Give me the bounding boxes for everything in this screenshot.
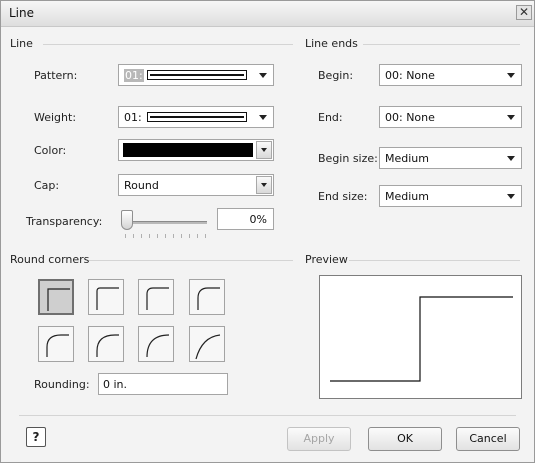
color-dropdown[interactable] — [118, 139, 274, 161]
apply-button[interactable]: Apply — [287, 427, 351, 451]
transparency-slider-ticks — [125, 234, 207, 238]
rounding-label: Rounding: — [34, 378, 90, 391]
preview-line-graphic — [330, 296, 513, 382]
help-button[interactable]: ? — [26, 427, 46, 447]
rounding-value: 0 in. — [103, 378, 128, 391]
close-icon: ✕ — [518, 5, 530, 19]
end-dropdown[interactable]: 00: None — [379, 106, 522, 128]
chevron-down-icon — [507, 156, 515, 161]
corner-radius-5-icon — [96, 334, 119, 357]
transparency-value: 0% — [249, 213, 267, 226]
pattern-line-sample — [147, 70, 247, 80]
corner-radius-7-icon — [195, 334, 221, 360]
weight-value: 01: — [124, 111, 142, 124]
line-ends-group-label: Line ends — [305, 37, 364, 50]
begin-label: Begin: — [318, 69, 354, 82]
transparency-label: Transparency: — [26, 215, 103, 228]
color-swatch — [123, 143, 253, 157]
line-group-label: Line — [10, 37, 39, 50]
preview-group-label: Preview — [305, 253, 354, 266]
transparency-input[interactable]: 0% — [217, 208, 274, 230]
weight-label: Weight: — [34, 111, 77, 124]
close-button[interactable]: ✕ — [516, 5, 532, 20]
line-dialog: Line ✕ Line Pattern: 01: Weight: 01: Col… — [0, 0, 535, 463]
chevron-down-icon — [256, 141, 272, 159]
line-preview — [319, 275, 522, 399]
corner-style-radius-5[interactable] — [88, 326, 124, 362]
footer-divider — [19, 415, 516, 416]
end-size-value: Medium — [385, 190, 429, 203]
help-icon: ? — [32, 430, 40, 444]
chevron-down-icon — [507, 115, 515, 120]
weight-dropdown[interactable]: 01: — [118, 106, 274, 128]
end-size-dropdown[interactable]: Medium — [379, 185, 522, 207]
corner-radius-2-icon — [146, 287, 169, 310]
corner-style-square[interactable] — [38, 279, 74, 315]
corner-style-radius-3[interactable] — [189, 279, 225, 315]
preview-divider — [349, 260, 520, 261]
corner-style-radius-4[interactable] — [38, 326, 74, 362]
rounding-input[interactable]: 0 in. — [98, 373, 228, 395]
begin-size-value: Medium — [385, 152, 429, 165]
corner-style-radius-2[interactable] — [138, 279, 174, 315]
begin-size-label: Begin size: — [318, 152, 378, 165]
corner-radius-3-icon — [197, 287, 220, 310]
line-group-divider — [43, 44, 293, 45]
dialog-title: Line — [9, 6, 35, 20]
ok-button[interactable]: OK — [368, 427, 442, 451]
corner-style-radius-6[interactable] — [138, 326, 174, 362]
cancel-button[interactable]: Cancel — [456, 427, 520, 451]
transparency-slider-thumb[interactable] — [121, 210, 133, 230]
chevron-down-icon — [507, 73, 515, 78]
round-corners-group-label: Round corners — [10, 253, 96, 266]
line-ends-group-divider — [363, 44, 520, 45]
chevron-down-icon — [259, 115, 267, 120]
begin-dropdown[interactable]: 00: None — [379, 64, 522, 86]
cap-value: Round — [124, 179, 159, 192]
corner-square-icon — [47, 288, 70, 311]
pattern-value: 01: — [124, 69, 144, 82]
corner-radius-4-icon — [46, 334, 69, 357]
chevron-down-icon — [507, 194, 515, 199]
end-size-label: End size: — [318, 190, 368, 203]
corner-style-radius-7[interactable] — [189, 326, 225, 362]
transparency-slider-track[interactable] — [124, 221, 207, 224]
chevron-down-icon — [259, 73, 267, 78]
round-corners-divider — [89, 260, 293, 261]
chevron-down-icon — [256, 176, 272, 194]
begin-value: 00: None — [385, 69, 435, 82]
corner-radius-6-icon — [146, 334, 170, 358]
pattern-label: Pattern: — [34, 69, 78, 82]
corner-radius-1-icon — [96, 287, 119, 310]
cap-dropdown[interactable]: Round — [118, 174, 274, 196]
end-label: End: — [318, 111, 343, 124]
corner-style-radius-1[interactable] — [88, 279, 124, 315]
title-bar[interactable]: Line ✕ — [1, 1, 534, 27]
cap-label: Cap: — [34, 179, 60, 192]
weight-line-sample — [147, 112, 247, 122]
pattern-dropdown[interactable]: 01: — [118, 64, 274, 86]
begin-size-dropdown[interactable]: Medium — [379, 147, 522, 169]
end-value: 00: None — [385, 111, 435, 124]
color-label: Color: — [34, 144, 67, 157]
